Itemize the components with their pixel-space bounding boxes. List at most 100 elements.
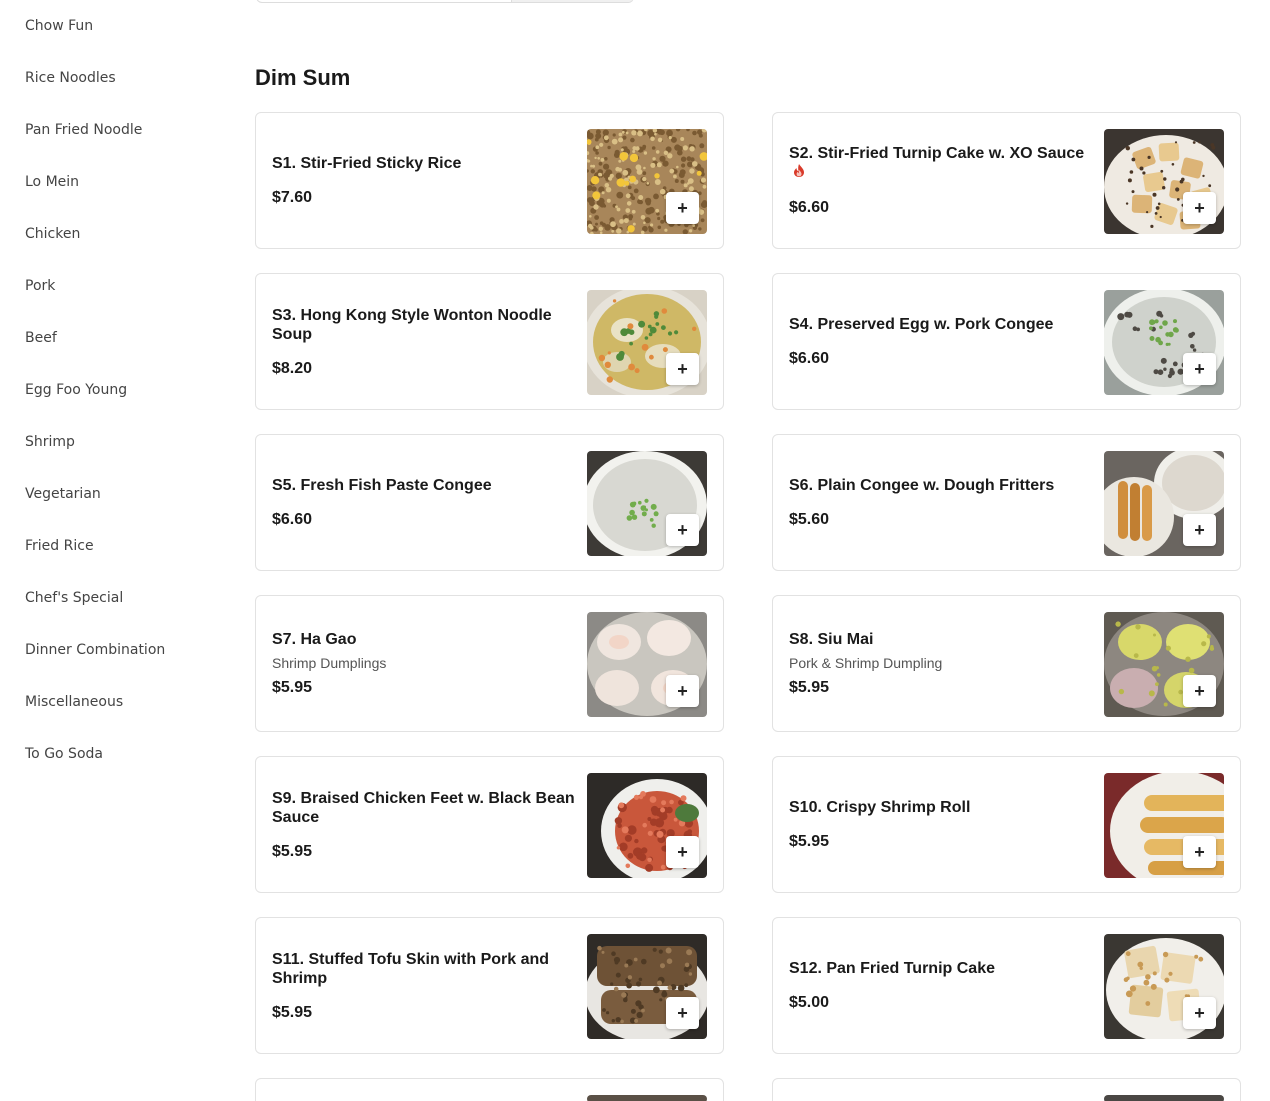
menu-item-card[interactable]: S2. Stir-Fried Turnip Cake w. XO Sauce $6…: [772, 112, 1241, 249]
sidebar-item-chicken[interactable]: Chicken: [25, 224, 80, 244]
menu-item-info: S3. Hong Kong Style Wonton Noodle Soup $8…: [272, 274, 575, 409]
menu-item-name: S3. Hong Kong Style Wonton Noodle Soup: [272, 306, 575, 344]
add-to-cart-button[interactable]: +: [666, 192, 699, 224]
plus-icon: +: [1194, 520, 1205, 540]
plus-icon: +: [1194, 198, 1205, 218]
sidebar-item-beef[interactable]: Beef: [25, 328, 57, 348]
sidebar-item-chef-s-special[interactable]: Chef's Special: [25, 588, 123, 608]
menu-item-card[interactable]: S9. Braised Chicken Feet w. Black Bean S…: [255, 756, 724, 893]
menu-item-info: S10. Crispy Shrimp Roll $5.95: [789, 757, 1092, 892]
menu-item-name-text: S9. Braised Chicken Feet w. Black Bean S…: [272, 789, 575, 826]
sidebar-item-lo-mein[interactable]: Lo Mein: [25, 172, 79, 192]
menu-item-price: $5.95: [789, 833, 830, 850]
sidebar-item-egg-foo-young[interactable]: Egg Foo Young: [25, 380, 127, 400]
menu-item-price: $5.00: [789, 994, 830, 1011]
sidebar-item-dinner-combination[interactable]: Dinner Combination: [25, 640, 165, 660]
add-to-cart-button[interactable]: +: [1183, 514, 1216, 546]
sidebar-item-fried-rice[interactable]: Fried Rice: [25, 536, 94, 556]
menu-item-card[interactable]: S8. Siu Mai Pork & Shrimp Dumpling $5.95 +: [772, 595, 1241, 732]
plus-icon: +: [1194, 842, 1205, 862]
menu-item-info: S1. Stir-Fried Sticky Rice $7.60: [272, 113, 575, 248]
menu-item-name: S9. Braised Chicken Feet w. Black Bean S…: [272, 789, 575, 827]
menu-item-name-text: S3. Hong Kong Style Wonton Noodle Soup: [272, 306, 552, 343]
menu-item-name: S2. Stir-Fried Turnip Cake w. XO Sauce: [789, 144, 1092, 183]
menu-item-name: S12. Pan Fried Turnip Cake: [789, 959, 1092, 978]
menu-item-info: S12. Pan Fried Turnip Cake $5.00: [789, 918, 1092, 1053]
menu-item-card[interactable]: S4. Preserved Egg w. Pork Congee $6.60 +: [772, 273, 1241, 410]
menu-item-name-text: S6. Plain Congee w. Dough Fritters: [789, 477, 1055, 494]
add-to-cart-button[interactable]: +: [1183, 675, 1216, 707]
add-to-cart-button[interactable]: +: [1183, 836, 1216, 868]
menu-item-description: Pork & Shrimp Dumpling: [789, 655, 943, 671]
menu-item-name-text: S4. Preserved Egg w. Pork Congee: [789, 316, 1054, 333]
menu-item-name-text: S10. Crispy Shrimp Roll: [789, 799, 971, 816]
menu-item-card[interactable]: S10. Crispy Shrimp Roll $5.95 +: [772, 756, 1241, 893]
menu-item-price: $5.95: [272, 842, 313, 860]
plus-icon: +: [1194, 1003, 1205, 1023]
plus-icon: +: [677, 681, 688, 701]
menu-item-card[interactable]: S5. Fresh Fish Paste Congee $6.60 +: [255, 434, 724, 571]
menu-item-price: $6.60: [789, 199, 830, 216]
spicy-icon: [793, 163, 805, 177]
sidebar-item-pan-fried-noodle[interactable]: Pan Fried Noodle: [25, 120, 142, 140]
menu-item-info: S2. Stir-Fried Turnip Cake w. XO Sauce $6…: [789, 113, 1092, 248]
menu-item-card[interactable]: S1. Stir-Fried Sticky Rice $7.60 +: [255, 112, 724, 249]
menu-item-price: $6.60: [272, 511, 313, 528]
menu-item-name-text: S5. Fresh Fish Paste Congee: [272, 477, 492, 494]
sidebar-item-vegetarian[interactable]: Vegetarian: [25, 484, 101, 504]
add-to-cart-button[interactable]: +: [666, 836, 699, 868]
plus-icon: +: [1194, 681, 1205, 701]
menu-item-description: Shrimp Dumplings: [272, 655, 387, 671]
menu-item-info: S11. Stuffed Tofu Skin with Pork and Shr…: [272, 918, 575, 1053]
menu-item-name: S8. Siu Mai: [789, 630, 1092, 649]
menu-item-name: S7. Ha Gao: [272, 630, 575, 649]
menu-item-name-text: S12. Pan Fried Turnip Cake: [789, 960, 995, 977]
plus-icon: +: [677, 1003, 688, 1023]
add-to-cart-button[interactable]: +: [1183, 353, 1216, 385]
menu-item-price: $6.60: [789, 350, 830, 367]
add-to-cart-button[interactable]: +: [666, 514, 699, 546]
sidebar-item-miscellaneous[interactable]: Miscellaneous: [25, 692, 123, 712]
add-to-cart-button[interactable]: +: [666, 353, 699, 385]
menu-item-name: S10. Crispy Shrimp Roll: [789, 798, 1092, 817]
add-to-cart-button[interactable]: +: [1183, 192, 1216, 224]
plus-icon: +: [677, 520, 688, 540]
menu-item-price: $8.20: [272, 359, 313, 377]
plus-icon: +: [677, 842, 688, 862]
menu-item-name-text: S7. Ha Gao: [272, 631, 357, 648]
menu-item-name-text: S1. Stir-Fried Sticky Rice: [272, 155, 462, 172]
sidebar-item-shrimp[interactable]: Shrimp: [25, 432, 75, 452]
menu-item-name: S11. Stuffed Tofu Skin with Pork and Shr…: [272, 950, 575, 988]
search-bar-edge[interactable]: [256, 0, 634, 3]
sidebar-item-rice-noodles[interactable]: Rice Noodles: [25, 68, 116, 88]
menu-item-name: S6. Plain Congee w. Dough Fritters: [789, 476, 1092, 495]
menu-item-info: S7. Ha Gao Shrimp Dumplings $5.95: [272, 596, 575, 731]
menu-item-price: $5.60: [789, 511, 830, 528]
sidebar-item-pork[interactable]: Pork: [25, 276, 55, 296]
menu-item-name-text: S2. Stir-Fried Turnip Cake w. XO Sauce: [789, 145, 1085, 162]
menu-item-card[interactable]: S11. Stuffed Tofu Skin with Pork and Shr…: [255, 917, 724, 1054]
menu-item-card[interactable]: S12. Pan Fried Turnip Cake $5.00 +: [772, 917, 1241, 1054]
menu-item-photo: [587, 1095, 707, 1101]
plus-icon: +: [677, 198, 688, 218]
menu-item-card[interactable]: S6. Plain Congee w. Dough Fritters $5.60 +: [772, 434, 1241, 571]
add-to-cart-button[interactable]: +: [666, 675, 699, 707]
plus-icon: +: [1194, 359, 1205, 379]
menu-item-card-partial[interactable]: [772, 1078, 1241, 1101]
sidebar-item-chow-fun[interactable]: Chow Fun: [25, 16, 93, 36]
menu-item-price: $5.95: [272, 679, 313, 696]
menu-item-info: S6. Plain Congee w. Dough Fritters $5.60: [789, 435, 1092, 570]
section-title: Dim Sum: [255, 65, 351, 90]
search-button-edge[interactable]: [511, 0, 634, 2]
menu-item-card[interactable]: S7. Ha Gao Shrimp Dumplings $5.95 +: [255, 595, 724, 732]
sidebar-item-to-go-soda[interactable]: To Go Soda: [25, 744, 103, 764]
menu-item-name: S1. Stir-Fried Sticky Rice: [272, 154, 575, 173]
menu-item-info: S4. Preserved Egg w. Pork Congee $6.60: [789, 274, 1092, 409]
menu-item-price: $5.95: [789, 679, 830, 696]
menu-item-name-text: S8. Siu Mai: [789, 631, 874, 648]
add-to-cart-button[interactable]: +: [1183, 997, 1216, 1029]
menu-item-info: S8. Siu Mai Pork & Shrimp Dumpling $5.95: [789, 596, 1092, 731]
add-to-cart-button[interactable]: +: [666, 997, 699, 1029]
menu-item-card[interactable]: S3. Hong Kong Style Wonton Noodle Soup $8…: [255, 273, 724, 410]
menu-item-card-partial[interactable]: [255, 1078, 724, 1101]
